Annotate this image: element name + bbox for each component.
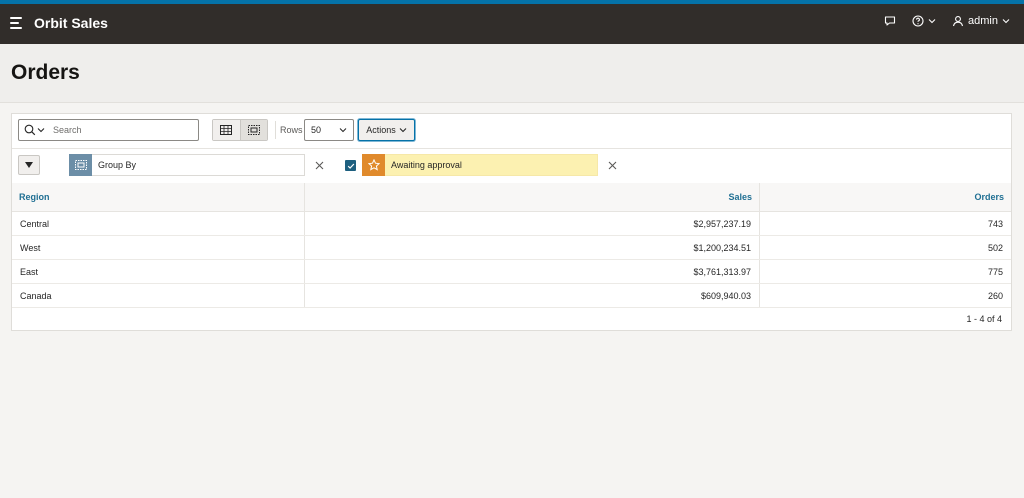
grid-view-icon (220, 125, 233, 135)
chevron-down-icon[interactable] (37, 126, 45, 134)
cell-orders: 502 (759, 235, 1011, 260)
star-icon (362, 154, 385, 176)
cell-region: West (12, 235, 305, 260)
report-table: Region Sales Orders Central $2,957,237.1… (12, 183, 1011, 308)
group-view-button[interactable] (239, 120, 267, 140)
user-name: admin (968, 15, 998, 27)
remove-approval-filter-button[interactable] (607, 160, 617, 170)
rows-per-page-select[interactable]: 50 (304, 119, 354, 141)
rows-label: Rows (280, 125, 303, 135)
chevron-down-icon (399, 128, 407, 133)
group-by-label: Group By (98, 160, 137, 170)
help-button[interactable] (912, 15, 936, 27)
cell-sales: $1,200,234.51 (304, 235, 760, 260)
group-view-icon (247, 125, 260, 135)
pagination-text: 1 - 4 of 4 (966, 314, 1002, 324)
chevron-down-icon (1002, 19, 1010, 24)
remove-group-by-button[interactable] (314, 160, 324, 170)
page-title: Orders (11, 61, 80, 84)
group-by-icon (69, 154, 92, 176)
app-header: Orbit Sales admin (0, 4, 1024, 44)
rows-select-value: 50 (311, 125, 322, 135)
grid-view-button[interactable] (213, 120, 240, 140)
search-box (18, 119, 199, 141)
caret-down-icon (25, 162, 33, 168)
close-icon (315, 161, 323, 169)
cell-region: Canada (12, 283, 305, 308)
cell-sales: $3,761,313.97 (304, 259, 760, 284)
chat-bubble-icon (884, 16, 896, 26)
close-icon (608, 161, 616, 169)
user-menu-button[interactable]: admin (952, 15, 1010, 27)
hamburger-icon[interactable] (10, 17, 24, 31)
help-icon (912, 15, 924, 27)
table-row: East $3,761,313.97 775 (12, 259, 1011, 284)
cell-orders: 743 (759, 211, 1011, 236)
view-switcher (212, 119, 268, 141)
awaiting-approval-label: Awaiting approval (391, 160, 462, 170)
filter-bar: Group By Awaiting approval (12, 148, 1011, 184)
chevron-down-icon (339, 128, 347, 133)
cell-region: Central (12, 211, 305, 236)
group-by-chip[interactable]: Group By (69, 154, 305, 176)
search-icon[interactable] (24, 124, 36, 136)
cell-region: East (12, 259, 305, 284)
awaiting-approval-chip[interactable]: Awaiting approval (362, 154, 598, 176)
app-title[interactable]: Orbit Sales (34, 15, 108, 31)
actions-menu-button[interactable]: Actions (358, 119, 415, 141)
cell-orders: 260 (759, 283, 1011, 308)
cell-sales: $609,940.03 (304, 283, 760, 308)
check-icon (347, 163, 354, 169)
report-toolbar: Rows 50 Actions (12, 114, 1011, 149)
filter-enabled-checkbox[interactable] (345, 160, 356, 171)
page-title-band: Orders (0, 44, 1024, 103)
actions-label: Actions (366, 125, 396, 135)
user-icon (952, 16, 964, 27)
chevron-down-icon (928, 19, 936, 24)
column-header-orders[interactable]: Orders (759, 183, 1011, 212)
toolbar-divider (275, 121, 276, 139)
cell-orders: 775 (759, 259, 1011, 284)
table-header-row: Region Sales Orders (12, 183, 1011, 212)
table-row: Central $2,957,237.19 743 (12, 211, 1011, 236)
collapse-settings-button[interactable] (18, 155, 40, 175)
search-input[interactable] (51, 124, 185, 136)
interactive-report: Rows 50 Actions Group By (11, 113, 1012, 331)
table-row: West $1,200,234.51 502 (12, 235, 1011, 260)
table-row: Canada $609,940.03 260 (12, 283, 1011, 308)
cell-sales: $2,957,237.19 (304, 211, 760, 236)
column-header-region[interactable]: Region (12, 183, 305, 212)
chat-button[interactable] (884, 15, 896, 27)
column-header-sales[interactable]: Sales (304, 183, 760, 212)
